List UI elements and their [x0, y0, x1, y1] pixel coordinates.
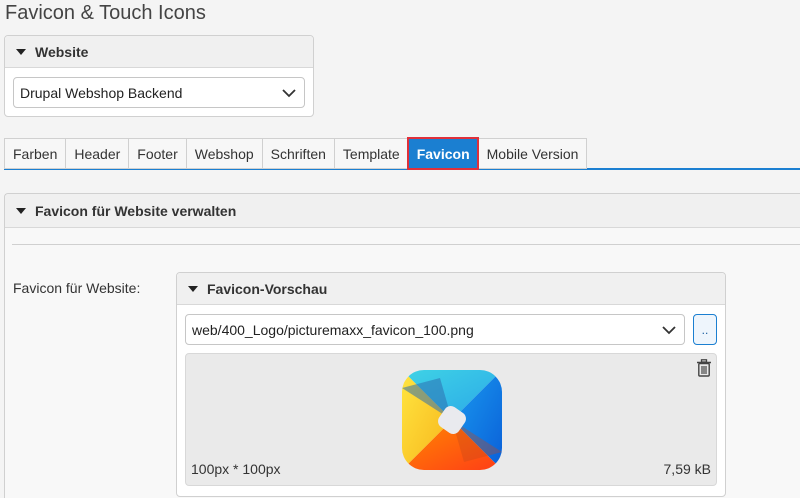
tab-farben[interactable]: Farben: [4, 138, 66, 169]
favicon-file-value: web/400_Logo/picturemaxx_favicon_100.png: [192, 321, 474, 338]
website-select[interactable]: Drupal Webshop Backend: [13, 77, 305, 108]
browse-button[interactable]: ..: [693, 314, 717, 345]
tab-bar: Farben Header Footer Webshop Schriften T…: [4, 137, 800, 170]
caret-down-icon: [16, 207, 26, 214]
trash-icon[interactable]: [696, 359, 712, 377]
favicon-panel-header[interactable]: Favicon für Website verwalten: [5, 194, 800, 228]
favicon-preview-header[interactable]: Favicon-Vorschau: [177, 273, 725, 305]
tab-template[interactable]: Template: [333, 138, 408, 169]
tab-favicon[interactable]: Favicon: [406, 137, 479, 170]
tab-mobile-version[interactable]: Mobile Version: [477, 138, 588, 169]
favicon-preview-box: Favicon-Vorschau web/400_Logo/picturemax…: [176, 272, 726, 497]
page-title: Favicon & Touch Icons: [5, 2, 206, 24]
favicon-panel-title: Favicon für Website verwalten: [35, 202, 237, 219]
panel-divider: [12, 244, 800, 245]
favicon-field-label: Favicon für Website:: [13, 280, 141, 296]
tab-webshop[interactable]: Webshop: [185, 138, 262, 169]
tab-header[interactable]: Header: [65, 138, 129, 169]
favicon-file-size: 7,59 kB: [663, 461, 711, 477]
caret-down-icon: [188, 285, 198, 292]
website-box: Website Drupal Webshop Backend: [4, 35, 314, 117]
chevron-down-icon: [662, 325, 676, 334]
tab-schriften[interactable]: Schriften: [261, 138, 334, 169]
favicon-preview-title: Favicon-Vorschau: [207, 280, 328, 297]
website-box-header[interactable]: Website: [5, 36, 313, 68]
website-box-title: Website: [35, 43, 89, 60]
chevron-down-icon: [282, 88, 296, 97]
caret-down-icon: [16, 48, 26, 55]
favicon-image: [402, 370, 502, 470]
website-select-value: Drupal Webshop Backend: [20, 84, 183, 101]
favicon-file-select[interactable]: web/400_Logo/picturemaxx_favicon_100.png: [185, 314, 685, 345]
tab-footer[interactable]: Footer: [128, 138, 186, 169]
favicon-image-area: 100px * 100px 7,59 kB: [185, 353, 717, 486]
favicon-dimensions: 100px * 100px: [191, 461, 281, 477]
